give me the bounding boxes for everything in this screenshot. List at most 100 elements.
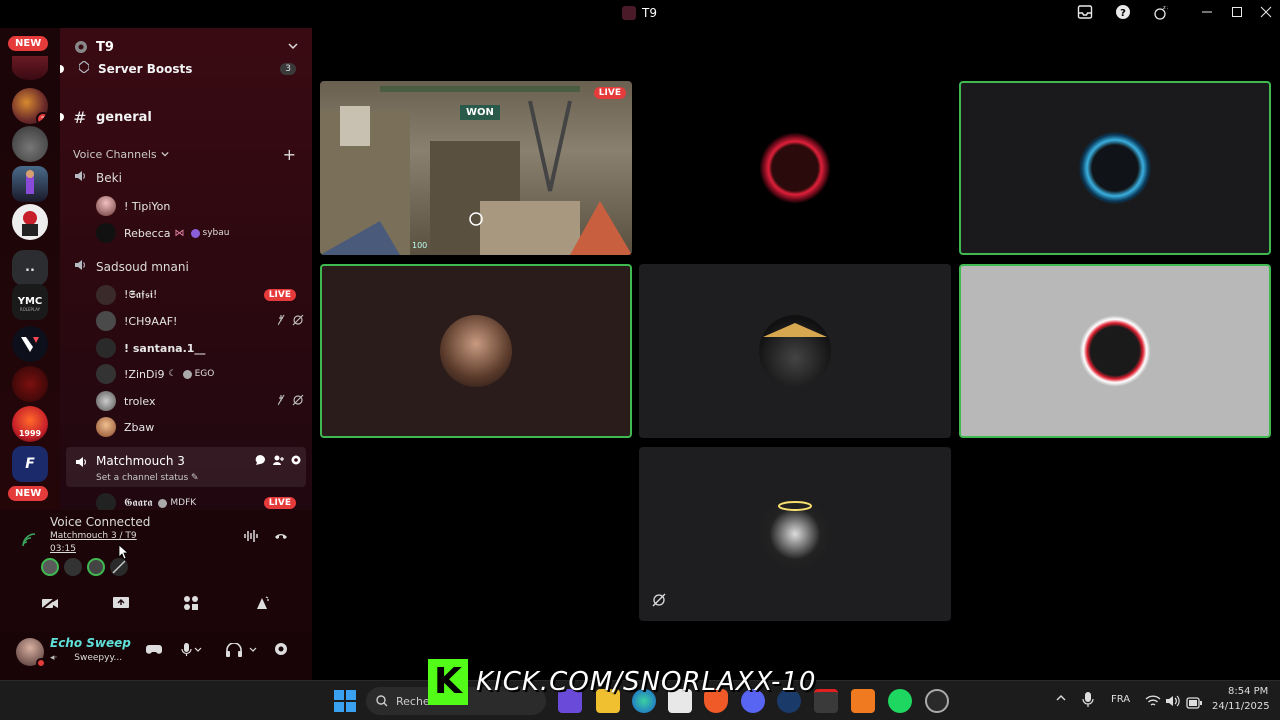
microphone-icon[interactable] bbox=[1082, 692, 1094, 712]
participant-tile-speaking[interactable] bbox=[320, 264, 632, 438]
avatar bbox=[96, 311, 116, 331]
participant-tile[interactable] bbox=[639, 447, 951, 621]
server-icon-4[interactable] bbox=[12, 204, 48, 240]
server-folder-more[interactable]: .. bbox=[12, 250, 48, 286]
voice-channel-matchmouch[interactable]: Matchmouch 3 Set a channel status ✎ bbox=[66, 447, 306, 487]
user-display-name[interactable]: Echo Sweep bbox=[50, 636, 131, 650]
voice-channel-beki[interactable]: Beki bbox=[60, 165, 312, 191]
voice-user[interactable]: ! santana.1__ bbox=[96, 336, 306, 360]
maximize-icon[interactable] bbox=[1227, 4, 1247, 24]
gear-icon[interactable] bbox=[273, 641, 289, 661]
new-badge-bottom[interactable]: NEW bbox=[8, 486, 49, 501]
soundboard-button[interactable] bbox=[230, 590, 294, 616]
voice-participant-avatars bbox=[18, 558, 128, 576]
snorlax-icon[interactable]: z z bbox=[1150, 4, 1170, 24]
participant-avatar bbox=[759, 498, 831, 570]
avatar[interactable] bbox=[18, 558, 36, 576]
avatar bbox=[96, 364, 116, 384]
video-off-button[interactable] bbox=[18, 590, 82, 616]
set-channel-status[interactable]: Set a channel status ✎ bbox=[96, 473, 199, 483]
participant-tile-speaking[interactable] bbox=[959, 81, 1271, 255]
chevron-up-icon[interactable] bbox=[1056, 693, 1066, 706]
avatar[interactable] bbox=[64, 558, 82, 576]
clan-badge-icon bbox=[182, 369, 192, 379]
clock-time[interactable]: 8:54 PM bbox=[1228, 686, 1268, 697]
voice-connected-panel: Voice Connected Matchmouch 3 / T9 03:15 bbox=[0, 510, 312, 632]
windows-start-icon[interactable] bbox=[334, 690, 356, 716]
screen-share-button[interactable] bbox=[89, 590, 153, 616]
voice-category-header[interactable]: Voice Channels + bbox=[60, 141, 312, 167]
speaker-icon bbox=[72, 169, 88, 187]
avatar bbox=[96, 285, 116, 305]
channel-general[interactable]: # general bbox=[60, 104, 312, 130]
language-indicator[interactable]: FRA bbox=[1111, 694, 1130, 705]
server-icon-t9[interactable] bbox=[12, 56, 48, 80]
app-icon[interactable] bbox=[925, 689, 949, 713]
close-icon[interactable] bbox=[1256, 4, 1276, 24]
server-icon-1999[interactable]: 1999 bbox=[12, 406, 48, 442]
gear-icon[interactable] bbox=[290, 454, 302, 466]
server-icon-valorant[interactable] bbox=[12, 326, 48, 362]
server-icon-3[interactable] bbox=[12, 166, 48, 202]
server-mini-icon bbox=[622, 6, 636, 20]
activities-button[interactable] bbox=[159, 590, 223, 616]
clock-date[interactable]: 24/11/2025 bbox=[1212, 701, 1270, 712]
discord-window: T9 ? z z NEW 3 .. bbox=[0, 0, 1280, 720]
server-icon-6[interactable] bbox=[12, 366, 48, 402]
voice-channel-sadsoud[interactable]: Sadsoud mnani bbox=[60, 254, 312, 280]
volume-icon[interactable] bbox=[1165, 693, 1181, 712]
voice-user[interactable]: !ZinDi9 ☾ EGO bbox=[96, 362, 306, 386]
headphones-icon[interactable] bbox=[226, 642, 262, 661]
invite-icon[interactable] bbox=[272, 454, 284, 466]
chat-icon[interactable] bbox=[254, 454, 266, 466]
participant-tile-speaking[interactable] bbox=[959, 264, 1271, 438]
user-status-text: ◂· Sweepyy... bbox=[50, 653, 123, 663]
new-badge[interactable]: NEW bbox=[8, 36, 49, 51]
battery-icon[interactable] bbox=[1186, 694, 1202, 713]
minimize-icon[interactable] bbox=[1197, 4, 1217, 24]
inbox-icon[interactable] bbox=[1075, 4, 1095, 24]
server-settings-icon bbox=[75, 41, 87, 53]
search-icon bbox=[376, 695, 388, 707]
voice-user[interactable]: !CH9AAF! bbox=[96, 309, 306, 333]
stream-tile-live[interactable]: WON 100 LIVE bbox=[320, 81, 632, 255]
voice-user[interactable]: Zbaw bbox=[96, 415, 306, 439]
avatar[interactable] bbox=[41, 558, 59, 576]
signal-icon bbox=[22, 532, 36, 551]
wifi-icon[interactable] bbox=[1145, 693, 1161, 712]
spotify-icon[interactable] bbox=[888, 689, 912, 713]
add-channel-button[interactable]: + bbox=[283, 145, 296, 164]
svg-text:YMC: YMC bbox=[17, 296, 43, 307]
voice-user[interactable]: trolex bbox=[96, 389, 306, 413]
title-bar: T9 ? z z bbox=[0, 0, 1280, 28]
participant-tile[interactable] bbox=[639, 81, 951, 255]
voice-user[interactable]: ! TipiYon bbox=[96, 194, 306, 218]
avatar[interactable] bbox=[87, 558, 105, 576]
boost-icon bbox=[76, 60, 92, 77]
server-icon-2[interactable] bbox=[12, 126, 48, 162]
server-icon-f[interactable]: F bbox=[12, 446, 48, 482]
voice-user[interactable]: !𝕾𝖆𝖋𝖘𝖎! LIVE bbox=[96, 283, 306, 307]
voice-actions bbox=[18, 590, 294, 616]
unread-indicator bbox=[60, 65, 64, 73]
server-icon-ymc[interactable]: YMC ROLEPLAY bbox=[12, 284, 48, 320]
noise-suppression-icon[interactable] bbox=[243, 528, 259, 548]
bow-icon: ⋈ bbox=[174, 227, 185, 239]
participant-avatar bbox=[759, 315, 831, 387]
server-boosts-row[interactable]: Server Boosts 3 bbox=[60, 56, 312, 82]
gamepad-icon[interactable] bbox=[145, 642, 163, 661]
svg-text:?: ? bbox=[1120, 8, 1126, 19]
voicemeeter-icon[interactable] bbox=[814, 689, 838, 713]
help-icon[interactable]: ? bbox=[1113, 4, 1133, 24]
round-result-banner: WON bbox=[460, 105, 500, 120]
app-icon[interactable] bbox=[851, 689, 875, 713]
svg-text:ROLEPLAY: ROLEPLAY bbox=[20, 307, 41, 312]
voice-user[interactable]: Rebecca ⋈ sybau bbox=[96, 221, 306, 245]
participant-tile[interactable] bbox=[639, 264, 951, 438]
microphone-icon[interactable] bbox=[180, 642, 202, 661]
server-icon-1[interactable]: 3 bbox=[12, 88, 48, 124]
voice-location-link[interactable]: Matchmouch 3 / T9 bbox=[50, 531, 137, 541]
clan-badge-icon bbox=[190, 228, 200, 238]
muted-deafened-icon bbox=[277, 394, 306, 409]
disconnect-icon[interactable] bbox=[273, 528, 289, 548]
